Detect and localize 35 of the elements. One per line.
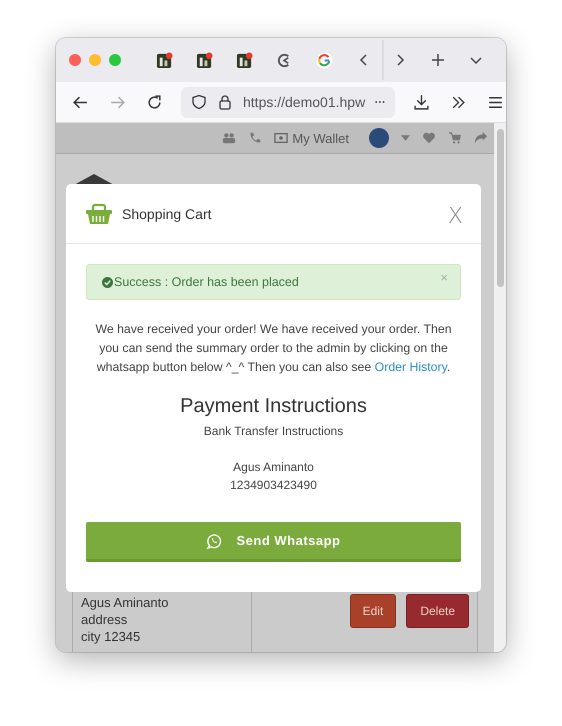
- address-bar[interactable]: https://demo01.hpw: [181, 86, 395, 118]
- account-number: 1234903423490: [229, 478, 318, 492]
- reload-icon[interactable]: [146, 94, 163, 110]
- address-line: city 12345: [81, 628, 142, 645]
- order-message: We have received your order! We have received your order. Then you can send the summary order to the admin by clicking on the whatsapp button below ^_^ Then you can also see Order History.: [94, 321, 453, 376]
- alert-message: Success : Order has been placed: [114, 275, 300, 289]
- check-circle-icon: [102, 276, 113, 288]
- order-history-link[interactable]: Order History: [374, 360, 447, 374]
- tab-favicon-icon[interactable]: [156, 52, 173, 68]
- send-whatsapp-button[interactable]: Send Whatsapp: [86, 522, 461, 562]
- avatar-icon[interactable]: [369, 128, 389, 148]
- wallet-link[interactable]: My Wallet: [292, 130, 349, 146]
- address-line: address: [81, 611, 128, 628]
- tab-favicon-icon[interactable]: [196, 52, 213, 68]
- basket-icon: [86, 202, 112, 224]
- edit-button[interactable]: Edit: [350, 594, 396, 628]
- payment-subheading: Bank Transfer Instructions: [202, 424, 344, 438]
- delete-button[interactable]: Delete: [406, 594, 469, 628]
- account-name: Agus Aminanto: [232, 460, 315, 474]
- address-line: Agus Aminanto: [81, 594, 170, 611]
- whatsapp-icon: [206, 532, 222, 548]
- money-icon: [274, 131, 288, 145]
- scrollbar[interactable]: [494, 123, 506, 652]
- close-window-icon[interactable]: [69, 54, 81, 66]
- download-icon[interactable]: [413, 94, 430, 110]
- dialog-title: Shopping Cart: [122, 206, 213, 222]
- more-icon[interactable]: [375, 100, 385, 104]
- google-icon[interactable]: [316, 52, 333, 68]
- payment-heading: Payment Instructions: [179, 395, 368, 418]
- url-text: https://demo01.hpw: [243, 94, 366, 110]
- close-button[interactable]: X: [448, 204, 463, 229]
- tab-favicon-icon[interactable]: [236, 52, 253, 68]
- plus-icon[interactable]: [430, 52, 446, 68]
- shield-icon: [191, 94, 207, 110]
- lock-icon: [217, 94, 233, 110]
